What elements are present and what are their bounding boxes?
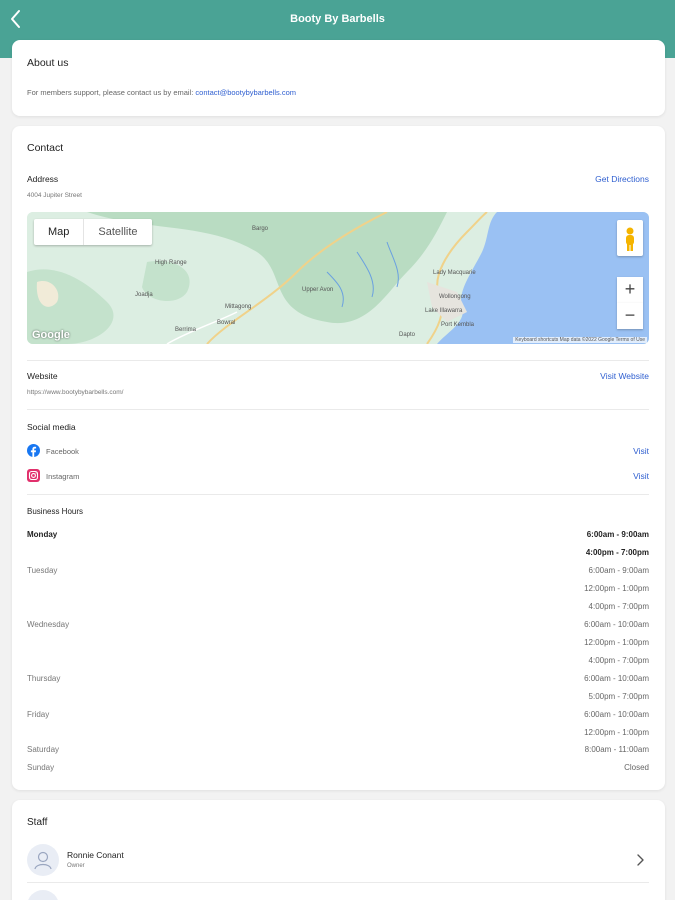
hours-row: 12:00pm - 1:00pm: [27, 638, 649, 655]
zoom-out-button[interactable]: −: [617, 303, 643, 329]
place-label: Lake Illawarra: [425, 308, 463, 314]
place-label: Wollongong: [439, 294, 471, 300]
day-label: Saturday: [27, 745, 60, 754]
hours-row: 4:00pm - 7:00pm: [27, 656, 649, 673]
zoom-in-button[interactable]: +: [617, 277, 643, 303]
google-logo: Google: [32, 329, 70, 341]
place-label: Berrima: [175, 327, 197, 333]
divider: [27, 409, 649, 410]
hours-time: 4:00pm - 7:00pm: [588, 656, 649, 665]
avatar: [27, 890, 59, 900]
hours-row: 12:00pm - 1:00pm: [27, 584, 649, 601]
support-text-row: For members support, please contact us b…: [27, 88, 296, 97]
day-label: Thursday: [27, 674, 61, 683]
social-media-label: Social media: [27, 422, 76, 432]
contact-title: Contact: [27, 142, 64, 154]
facebook-label: Facebook: [46, 447, 79, 456]
place-label: Dapto: [399, 332, 416, 338]
hours-row: Wednesday 6:00am - 10:00am: [27, 620, 649, 637]
hours-row: Saturday 8:00am - 11:00am: [27, 745, 649, 762]
hours-time: 5:00pm - 7:00pm: [588, 692, 649, 701]
avatar: [27, 844, 59, 876]
place-label: High Range: [155, 260, 187, 266]
hours-time: Closed: [624, 763, 649, 772]
place-label: Upper Avon: [302, 287, 334, 293]
hours-time: 12:00pm - 1:00pm: [584, 728, 649, 737]
facebook-glyph: [30, 446, 37, 457]
place-label: Mittagong: [225, 304, 252, 310]
hours-time: 6:00am - 10:00am: [584, 620, 649, 629]
hours-row: Tuesday 6:00am - 9:00am: [27, 566, 649, 583]
hours-time: 6:00am - 9:00am: [588, 566, 649, 575]
about-card: About us For members support, please con…: [12, 40, 665, 116]
hours-row: Sunday Closed: [27, 763, 649, 780]
about-title: About us: [27, 57, 69, 69]
day-label: Monday: [27, 530, 58, 539]
map-type-toggle: Map Satellite: [34, 219, 152, 245]
support-email-link[interactable]: contact@bootybybarbells.com: [195, 88, 296, 97]
address-label: Address: [27, 174, 59, 184]
staff-name: Ronnie Conant: [67, 850, 124, 860]
get-directions-link[interactable]: Get Directions: [595, 174, 649, 184]
instagram-glyph: [28, 470, 39, 481]
instagram-icon: [27, 469, 40, 482]
contact-card: Contact Address 4004 Jupiter Street Get …: [12, 126, 665, 790]
map-attribution[interactable]: Keyboard shortcuts Map data ©2022 Google…: [513, 337, 647, 343]
facebook-icon: [27, 444, 40, 457]
day-label: Friday: [27, 710, 50, 719]
place-label: Port Kembla: [441, 322, 475, 328]
page-title: Booty By Barbells: [290, 13, 385, 25]
pegman-icon: [626, 227, 634, 251]
visit-website-link[interactable]: Visit Website: [600, 371, 649, 381]
map-view[interactable]: High Range Joadja Berrima Bowral Mittago…: [27, 212, 649, 344]
hours-row: Friday 6:00am - 10:00am: [27, 710, 649, 727]
place-label: Bargo: [252, 226, 269, 232]
day-label: Wednesday: [27, 620, 70, 629]
website-value: https://www.bootybybarbells.com/: [27, 389, 124, 396]
place-label: Bowral: [217, 320, 236, 326]
instagram-label: Instagram: [46, 472, 80, 481]
user-icon: [34, 851, 52, 870]
website-label: Website: [27, 371, 58, 381]
facebook-visit-link[interactable]: Visit: [633, 446, 649, 456]
hours-time: 6:00am - 10:00am: [584, 674, 649, 683]
divider: [27, 494, 649, 495]
hours-row: 4:00pm - 7:00pm: [27, 602, 649, 619]
support-text: For members support, please contact us b…: [27, 88, 194, 97]
day-label: Tuesday: [27, 566, 58, 575]
hours-time: 12:00pm - 1:00pm: [584, 584, 649, 593]
hours-time: 6:00am - 9:00am: [586, 530, 649, 539]
day-label: Sunday: [27, 763, 55, 772]
map-type-map-button[interactable]: Map: [34, 219, 83, 245]
map-type-satellite-button[interactable]: Satellite: [83, 219, 151, 245]
street-view-button[interactable]: [617, 220, 643, 256]
hours-row: Thursday 6:00am - 10:00am: [27, 674, 649, 691]
place-label: Lady Macquarie: [433, 270, 476, 276]
hours-time: 8:00am - 11:00am: [584, 745, 649, 754]
staff-member-row[interactable]: Ronnie Conant Owner: [27, 840, 649, 884]
hours-time: 4:00pm - 7:00pm: [588, 602, 649, 611]
staff-title: Staff: [27, 817, 48, 828]
hours-time: 6:00am - 10:00am: [584, 710, 649, 719]
business-hours-label: Business Hours: [27, 507, 84, 516]
hours-row: Monday 6:00am - 9:00am: [27, 530, 649, 547]
address-value: 4004 Jupiter Street: [27, 192, 82, 199]
divider: [27, 882, 649, 883]
hours-row: 12:00pm - 1:00pm: [27, 728, 649, 745]
hours-row: 5:00pm - 7:00pm: [27, 692, 649, 709]
hours-row: 4:00pm - 7:00pm: [27, 548, 649, 565]
staff-card: Staff Ronnie Conant Owner: [12, 800, 665, 900]
instagram-visit-link[interactable]: Visit: [633, 471, 649, 481]
chevron-right-icon: [637, 854, 644, 866]
place-label: Joadja: [135, 292, 153, 298]
hours-time: 4:00pm - 7:00pm: [585, 548, 649, 557]
staff-role: Owner: [67, 863, 85, 869]
divider: [27, 360, 649, 361]
hours-time: 12:00pm - 1:00pm: [584, 638, 649, 647]
